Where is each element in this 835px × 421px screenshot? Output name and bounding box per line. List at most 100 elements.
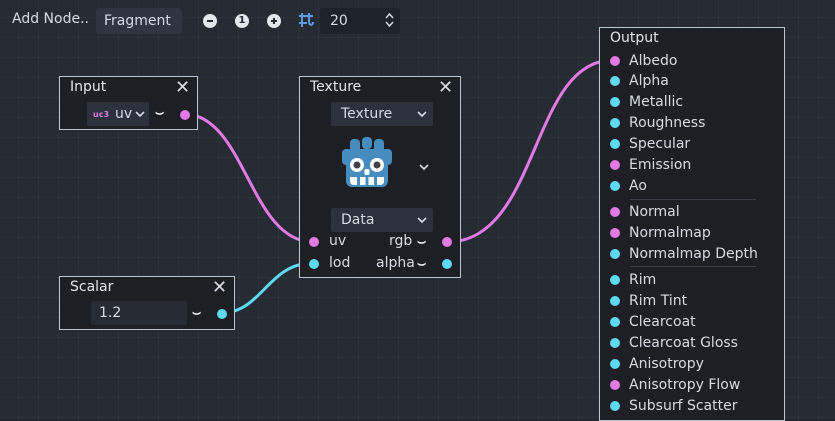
input-port-lod[interactable]	[309, 259, 319, 269]
port-label-rgb: rgb	[389, 233, 413, 249]
zoom-out-icon[interactable]	[203, 14, 217, 28]
port-label: Normalmap Depth	[629, 245, 758, 262]
port-label: Anisotropy Flow	[629, 376, 741, 393]
vec3-type-badge: uc3	[93, 109, 110, 119]
close-icon[interactable]: ✕	[212, 278, 227, 298]
input-port-albedo[interactable]	[610, 55, 620, 66]
close-icon[interactable]: ✕	[175, 78, 190, 98]
input-port-subsurf-scatter[interactable]	[610, 400, 620, 411]
input-port-uv[interactable]	[309, 237, 319, 247]
port-preview-icon[interactable]: ⌣	[192, 305, 201, 321]
input-port-rim[interactable]	[610, 274, 620, 285]
snap-grid-icon[interactable]	[298, 12, 314, 28]
output-port-row[interactable]: Subsurf Scatter	[610, 395, 737, 416]
port-preview-icon[interactable]: ⌣	[417, 234, 426, 250]
godot-logo-icon[interactable]	[340, 135, 394, 191]
output-port-row[interactable]: Metallic	[610, 91, 683, 112]
output-port-row[interactable]: Roughness	[610, 112, 705, 133]
shader-mode-dropdown[interactable]: Fragment	[96, 8, 182, 34]
zoom-in-icon[interactable]	[267, 14, 281, 28]
snap-distance-spinbox[interactable]: 20	[320, 8, 400, 34]
plus-glyph-icon	[271, 18, 277, 24]
node-title: Input	[70, 79, 107, 95]
port-label-alpha: alpha	[376, 255, 415, 271]
texture-type-value: Data	[341, 212, 375, 228]
output-port-alpha[interactable]	[442, 259, 452, 269]
wire-texture-rgb-to-output-albedo	[446, 58, 614, 244]
output-port-row[interactable]: Normal	[610, 201, 680, 222]
input-name-value: uv	[115, 106, 133, 122]
port-label: Specular	[629, 135, 691, 152]
port-preview-icon[interactable]: ⌣	[417, 256, 426, 272]
texture-source-dropdown[interactable]: Texture	[331, 102, 433, 126]
node-title: Texture	[310, 79, 362, 95]
port-label: Subsurf Scatter	[629, 397, 738, 414]
port-label-lod: lod	[329, 255, 351, 271]
add-node-button[interactable]: Add Node..	[12, 11, 89, 27]
port-label: Alpha	[629, 72, 669, 89]
output-port-row[interactable]: Anisotropy	[610, 353, 704, 374]
port-label: Clearcoat	[629, 313, 696, 330]
output-port-row[interactable]: Normalmap Depth	[610, 243, 758, 264]
scalar-node[interactable]: Scalar ✕ 1.2 ⌣	[59, 276, 235, 330]
input-port-anisotropy[interactable]	[610, 358, 620, 369]
input-port-ao[interactable]	[610, 180, 620, 191]
scalar-value: 1.2	[99, 305, 122, 321]
input-port-anisotropy-flow[interactable]	[610, 379, 620, 390]
input-port-normalmap[interactable]	[610, 227, 620, 238]
input-node[interactable]: Input ✕ uc3 uv ⌣	[59, 76, 198, 130]
port-label: Normal	[629, 203, 680, 220]
port-label: Albedo	[629, 52, 678, 69]
port-label-uv: uv	[329, 233, 347, 249]
port-label: Emission	[629, 156, 692, 173]
port-label: Clearcoat Gloss	[629, 334, 738, 351]
input-name-dropdown[interactable]: uc3 uv	[87, 102, 149, 126]
snap-distance-value: 20	[330, 13, 348, 29]
port-label: Rim Tint	[629, 292, 688, 309]
input-port-roughness[interactable]	[610, 117, 620, 128]
port-preview-icon[interactable]: ⌣	[155, 105, 164, 121]
output-port-row[interactable]: Albedo	[610, 50, 677, 71]
output-port-scalar[interactable]	[217, 309, 227, 319]
port-label: Metallic	[629, 93, 684, 110]
chevron-down-icon	[417, 111, 427, 118]
output-port-row[interactable]: Emission	[610, 154, 691, 175]
output-port-row[interactable]: Specular	[610, 133, 690, 154]
chevron-down-icon[interactable]	[419, 163, 429, 171]
spin-arrows-icon[interactable]	[385, 12, 394, 30]
output-port-uv[interactable]	[180, 110, 190, 120]
texture-node[interactable]: Texture ✕ Texture Data uv rgb ⌣ lod alph…	[299, 76, 461, 278]
output-node[interactable]: Output Albedo Alpha Metallic Roughness S…	[599, 27, 785, 421]
port-label: Ao	[629, 177, 647, 194]
shader-mode-label: Fragment	[104, 13, 171, 29]
input-port-rim-tint[interactable]	[610, 295, 620, 306]
output-port-row[interactable]: Rim	[610, 269, 656, 290]
zoom-reset-label: 1	[238, 15, 246, 26]
port-label: Anisotropy	[629, 355, 704, 372]
input-port-clearcoat[interactable]	[610, 316, 620, 327]
input-port-clearcoat-gloss[interactable]	[610, 337, 620, 348]
zoom-reset-icon[interactable]: 1	[235, 14, 249, 28]
input-port-alpha[interactable]	[610, 75, 620, 86]
output-port-row[interactable]: Ao	[610, 175, 647, 196]
input-port-metallic[interactable]	[610, 96, 620, 107]
output-port-row[interactable]: Anisotropy Flow	[610, 374, 740, 395]
close-icon[interactable]: ✕	[438, 78, 453, 98]
port-label: Roughness	[629, 114, 706, 131]
node-title: Output	[610, 30, 659, 46]
output-port-rgb[interactable]	[442, 237, 452, 247]
output-port-row[interactable]: Clearcoat Gloss	[610, 332, 738, 353]
input-port-specular[interactable]	[610, 138, 620, 149]
input-port-normal[interactable]	[610, 206, 620, 217]
scalar-value-input[interactable]: 1.2	[91, 301, 187, 325]
chevron-down-icon	[135, 111, 145, 118]
node-title: Scalar	[70, 279, 114, 295]
output-port-row[interactable]: Normalmap	[610, 222, 711, 243]
output-port-row[interactable]: Rim Tint	[610, 290, 687, 311]
port-label: Rim	[629, 271, 657, 288]
input-port-emission[interactable]	[610, 159, 620, 170]
input-port-normalmap-depth[interactable]	[610, 248, 620, 259]
output-port-row[interactable]: Alpha	[610, 70, 669, 91]
output-port-row[interactable]: Clearcoat	[610, 311, 696, 332]
texture-type-dropdown[interactable]: Data	[331, 208, 433, 232]
